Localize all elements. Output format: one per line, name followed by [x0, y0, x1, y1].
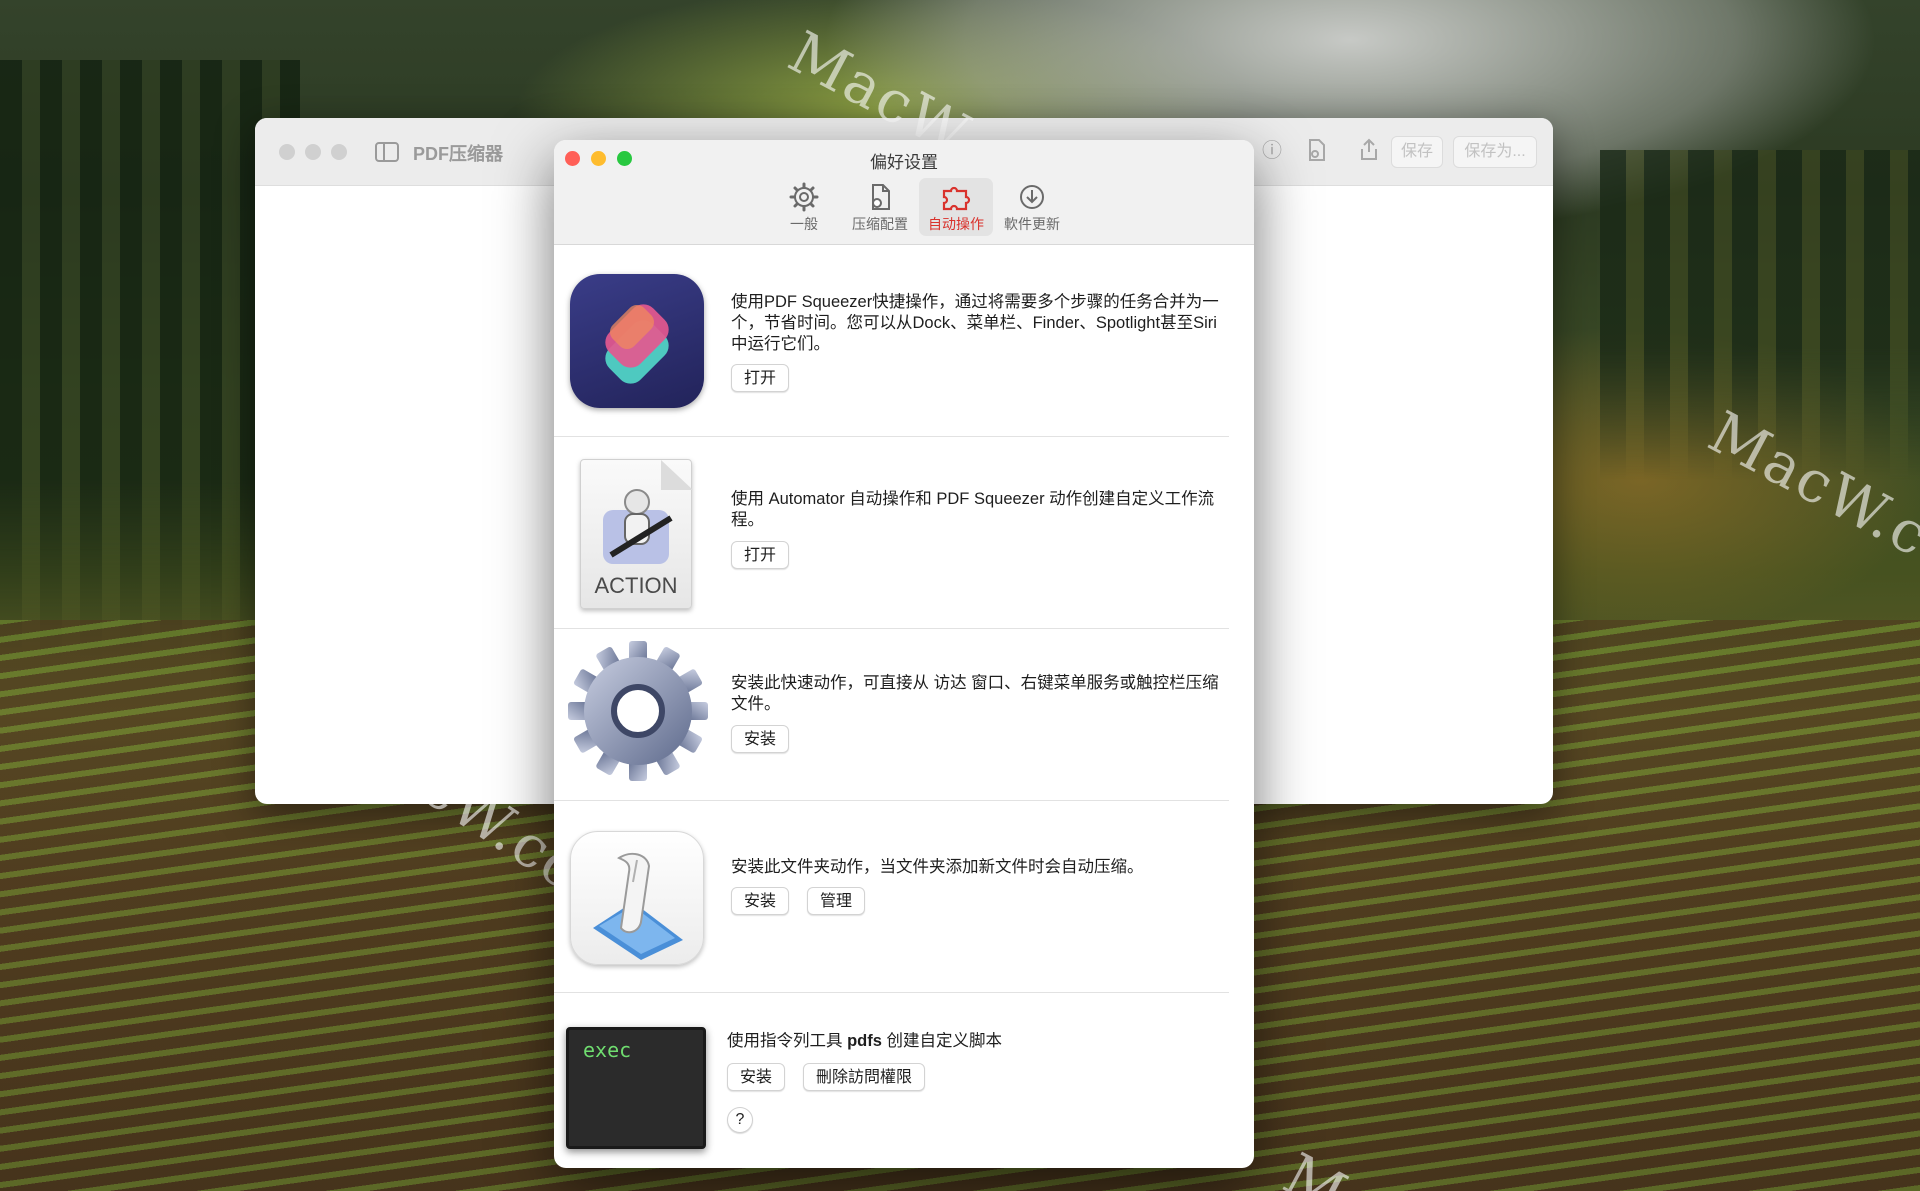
tab-compression[interactable]: 压缩配置 — [843, 178, 917, 236]
remove-access-button[interactable]: 刪除訪問權限 — [803, 1063, 926, 1091]
cli-description-suffix: 创建自定义脚本 — [881, 1032, 1003, 1050]
main-window-title: PDF压缩器 — [413, 144, 503, 164]
tab-general-label: 一般 — [790, 216, 818, 232]
gear-icon — [789, 182, 819, 212]
terminal-exec-text: exec — [583, 1038, 632, 1062]
puzzle-icon — [942, 186, 971, 211]
manage-folder-action-button[interactable]: 管理 — [807, 887, 866, 915]
shortcuts-description: 使用PDF Squeezer快捷操作，通过将需要多个步骤的任务合并为一个，节省时… — [731, 293, 1219, 353]
automator-section: ACTION 使用 Automator 自动操作和 PDF Squeezer 动… — [554, 437, 1229, 629]
preferences-tabs: 一般 压缩配置 自动操作 軟件更新 — [554, 178, 1254, 236]
preferences-window: 偏好设置 一般 压缩配置 自动操作 軟件更新 使用PDF Squeezer快捷操… — [554, 140, 1254, 1168]
quick-action-description: 安装此快速动作，可直接从 访达 窗口、右键菜单服务或触控栏压缩文件。 — [731, 674, 1219, 713]
tab-automation[interactable]: 自动操作 — [919, 178, 993, 236]
main-close-button[interactable] — [279, 144, 295, 160]
terminal-exec-icon: exec — [566, 1027, 706, 1149]
tab-compression-label: 压缩配置 — [852, 216, 908, 232]
cli-section: exec 使用指令列工具 pdfs 创建自定义脚本 安装 刪除訪問權限 ? — [554, 993, 1229, 1168]
folder-action-script-icon — [570, 831, 704, 965]
folder-action-section: 安装此文件夹动作，当文件夹添加新文件时会自动压缩。 安装 管理 — [554, 801, 1229, 993]
install-quick-action-button[interactable]: 安装 — [731, 725, 790, 753]
tab-software-update[interactable]: 軟件更新 — [995, 178, 1069, 236]
sidebar-toggle-icon[interactable] — [375, 142, 399, 162]
tab-general[interactable]: 一般 — [767, 178, 841, 236]
open-automator-button[interactable]: 打开 — [731, 541, 790, 569]
help-button[interactable]: ? — [727, 1107, 753, 1133]
action-icon-label: ACTION — [594, 573, 678, 598]
install-folder-action-button[interactable]: 安装 — [731, 887, 790, 915]
cli-description: 使用指令列工具 pdfs 创建自定义脚本 — [727, 1031, 1222, 1052]
save-button[interactable]: 保存 — [1391, 136, 1443, 168]
folder-action-description: 安装此文件夹动作，当文件夹添加新文件时会自动压缩。 — [731, 858, 1144, 876]
cli-description-prefix: 使用指令列工具 — [727, 1032, 848, 1050]
open-shortcuts-button[interactable]: 打开 — [731, 364, 790, 392]
share-icon[interactable] — [1357, 138, 1381, 164]
quick-action-section: 安装此快速动作，可直接从 访达 窗口、右键菜单服务或触控栏压缩文件。 安装 — [554, 629, 1229, 801]
info-icon[interactable]: ⓘ — [1260, 138, 1284, 164]
tab-software-update-label: 軟件更新 — [1004, 216, 1060, 232]
shortcuts-app-icon — [570, 274, 704, 408]
download-circle-icon — [1020, 185, 1044, 209]
main-zoom-button[interactable] — [331, 144, 347, 160]
document-settings-icon[interactable] — [1305, 138, 1329, 164]
automator-description: 使用 Automator 自动操作和 PDF Squeezer 动作创建自定义工… — [731, 490, 1215, 529]
automator-action-icon: ACTION — [580, 459, 693, 609]
preferences-title: 偏好设置 — [870, 153, 938, 172]
cli-tool-name: pdfs — [847, 1032, 882, 1050]
install-cli-button[interactable]: 安装 — [727, 1063, 786, 1091]
tab-automation-label: 自动操作 — [928, 216, 984, 232]
shortcuts-section: 使用PDF Squeezer快捷操作，通过将需要多个步骤的任务合并为一个，节省时… — [554, 246, 1229, 437]
document-gear-icon — [872, 184, 890, 210]
preferences-toolbar: 偏好设置 一般 压缩配置 自动操作 軟件更新 — [554, 140, 1254, 245]
save-as-button[interactable]: 保存为... — [1453, 136, 1537, 168]
main-minimize-button[interactable] — [305, 144, 321, 160]
gear-app-icon — [566, 639, 710, 783]
